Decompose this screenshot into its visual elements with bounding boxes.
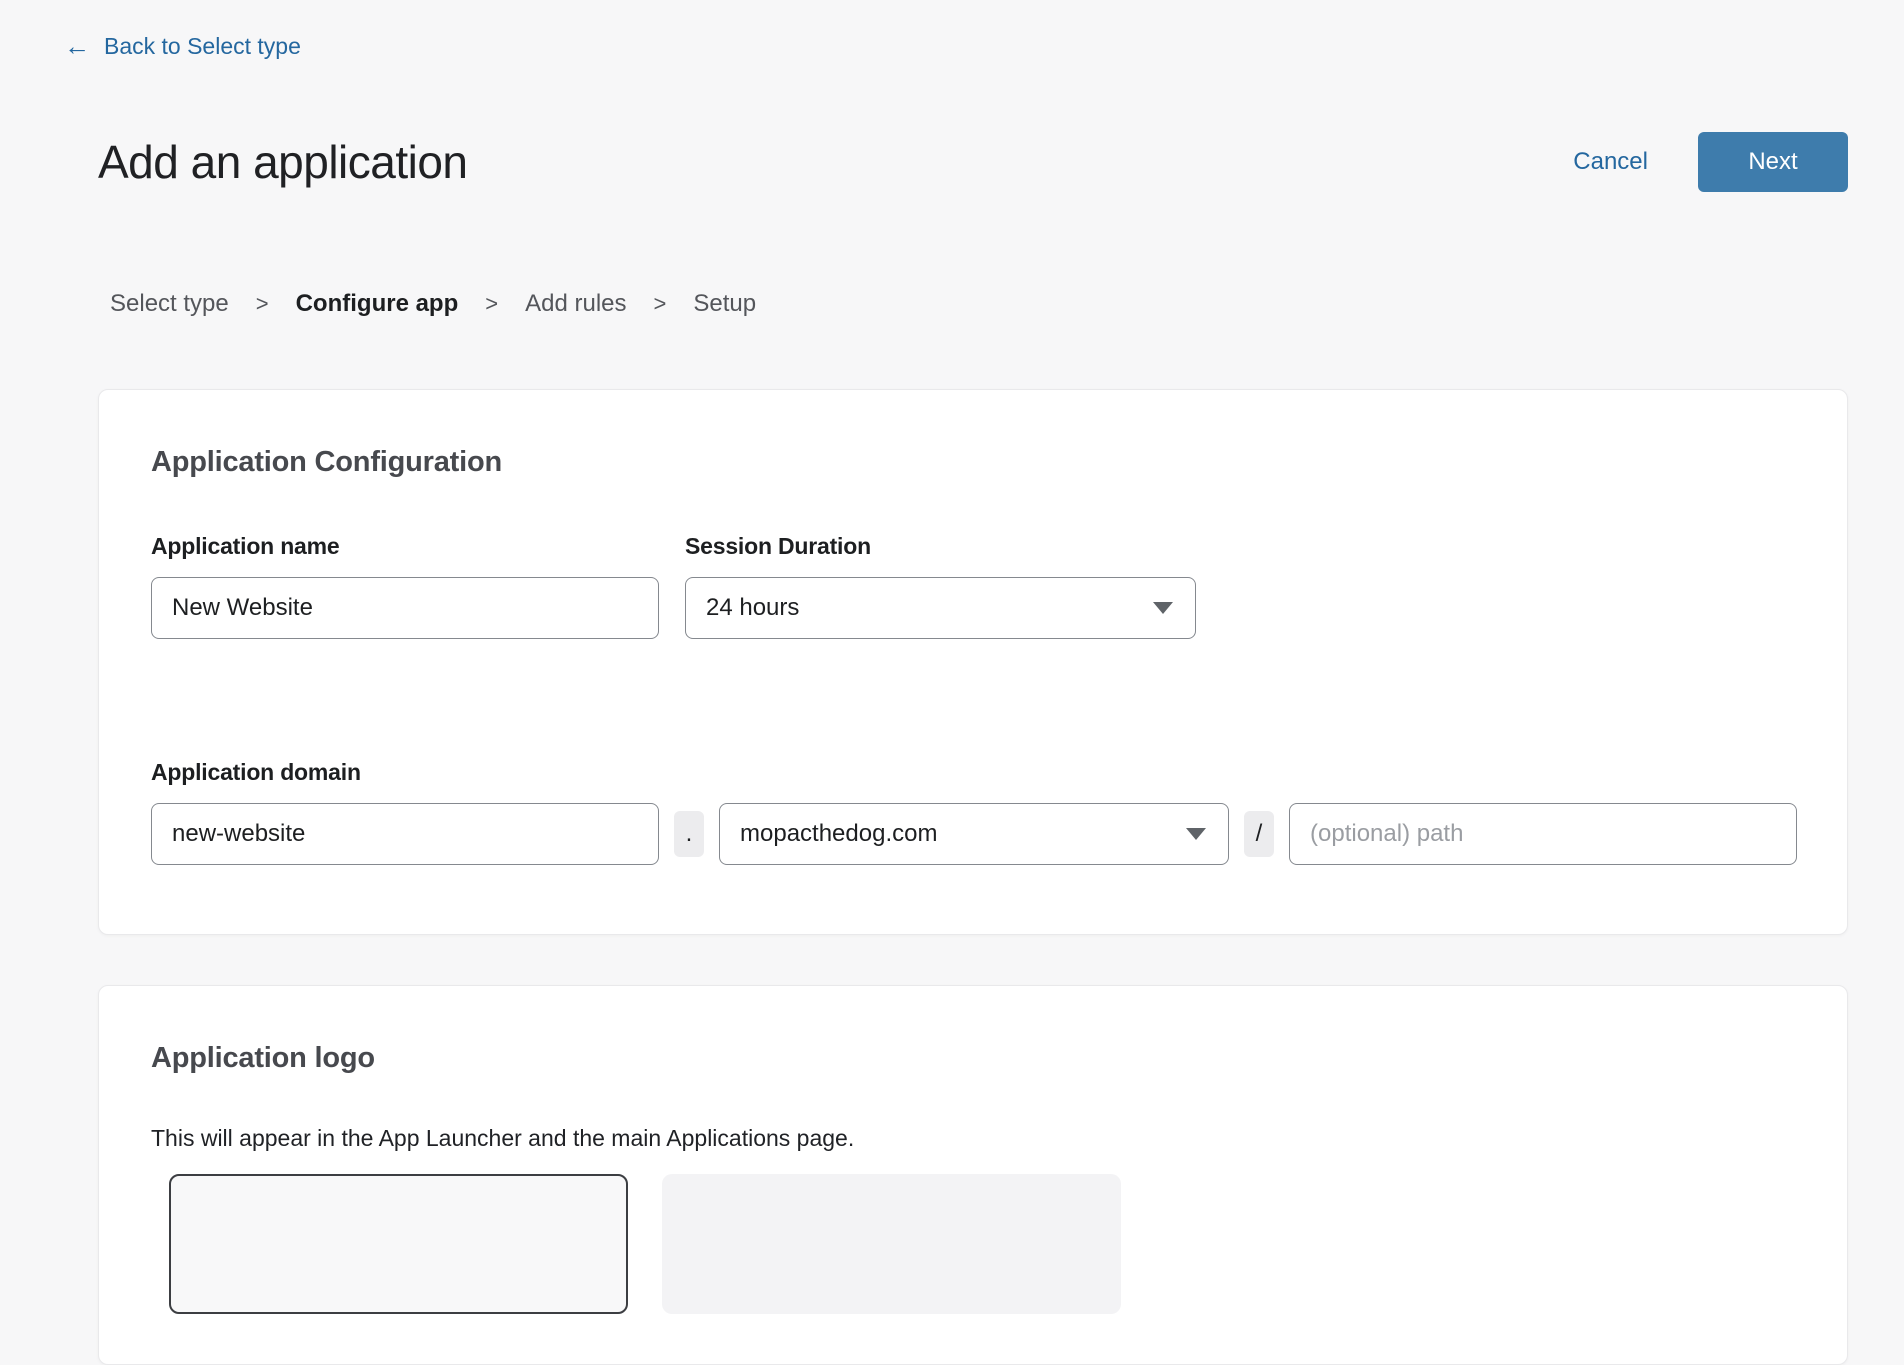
session-duration-field-group: Session Duration 24 hours — [685, 533, 1196, 639]
session-duration-label: Session Duration — [685, 533, 1196, 560]
subdomain-input[interactable] — [151, 803, 659, 865]
application-configuration-card: Application Configuration Application na… — [98, 389, 1848, 935]
application-logo-card: Application logo This will appear in the… — [98, 985, 1848, 1365]
step-add-rules[interactable]: Add rules — [525, 290, 626, 318]
application-logo-title: Application logo — [151, 1042, 1795, 1075]
header-actions: Cancel Next — [1573, 132, 1848, 192]
domain-select-value: mopacthedog.com — [740, 820, 937, 848]
application-logo-description: This will appear in the App Launcher and… — [151, 1125, 1795, 1152]
application-name-label: Application name — [151, 533, 659, 560]
cancel-button[interactable]: Cancel — [1573, 148, 1648, 176]
domain-select[interactable]: mopacthedog.com — [719, 803, 1229, 865]
session-duration-value: 24 hours — [706, 594, 799, 622]
step-configure-app[interactable]: Configure app — [296, 290, 459, 318]
breadcrumb-separator: > — [654, 291, 667, 317]
step-select-type[interactable]: Select type — [110, 290, 229, 318]
path-input[interactable] — [1289, 803, 1797, 865]
step-breadcrumb: Select type > Configure app > Add rules … — [110, 290, 756, 318]
page-title: Add an application — [98, 135, 468, 189]
breadcrumb-separator: > — [256, 291, 269, 317]
step-setup[interactable]: Setup — [693, 290, 756, 318]
slash-separator: / — [1244, 811, 1274, 857]
back-link-label: Back to Select type — [104, 33, 301, 60]
back-to-select-type-link[interactable]: ← Back to Select type — [64, 33, 301, 60]
application-domain-label: Application domain — [151, 759, 1795, 786]
logo-option-custom[interactable] — [662, 1174, 1121, 1314]
application-name-field-group: Application name — [151, 533, 659, 639]
dot-separator: . — [674, 811, 704, 857]
application-configuration-title: Application Configuration — [151, 446, 1795, 479]
page-header: Add an application Cancel Next — [98, 132, 1848, 192]
breadcrumb-separator: > — [485, 291, 498, 317]
chevron-down-icon — [1153, 602, 1173, 614]
logo-options-row — [169, 1174, 1795, 1314]
name-session-row: Application name Session Duration 24 hou… — [151, 533, 1795, 639]
application-name-input[interactable] — [151, 577, 659, 639]
application-domain-row: . mopacthedog.com / — [151, 803, 1795, 865]
session-duration-select[interactable]: 24 hours — [685, 577, 1196, 639]
next-button[interactable]: Next — [1698, 132, 1848, 192]
back-arrow-icon: ← — [64, 33, 90, 59]
logo-option-default[interactable] — [169, 1174, 628, 1314]
chevron-down-icon — [1186, 828, 1206, 840]
application-domain-field-group: Application domain . mopacthedog.com / — [151, 759, 1795, 865]
